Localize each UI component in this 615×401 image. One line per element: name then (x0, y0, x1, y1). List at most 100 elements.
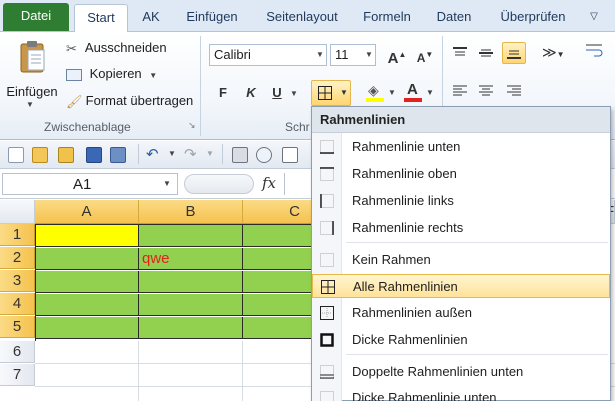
menu-item-border-left[interactable]: Rahmenlinie links (312, 189, 610, 213)
menu-item-thick-borders[interactable]: Dicke Rahmenlinien (312, 328, 610, 352)
menu-item-double-bottom-border[interactable]: Doppelte Rahmenlinien unten (312, 360, 610, 384)
menu-item-thick-bottom-border[interactable]: Dicke Rahmenlinie unten (312, 386, 610, 401)
formula-bar-handle[interactable] (184, 174, 254, 194)
chevron-down-icon[interactable]: ▼ (206, 149, 214, 158)
cell-b4[interactable] (139, 294, 243, 316)
align-middle-button[interactable] (478, 46, 494, 60)
formula-input[interactable] (284, 173, 314, 195)
border-right-icon (320, 221, 334, 235)
undo-icon[interactable]: ↶ (146, 145, 159, 163)
cell-b2[interactable]: qwe (139, 248, 243, 270)
menu-item-border-bottom[interactable]: Rahmenlinie unten (312, 135, 610, 159)
italic-button[interactable]: K (240, 82, 262, 104)
cell-b1[interactable] (139, 225, 243, 247)
border-left-icon (320, 194, 334, 208)
tab-data[interactable]: Daten (428, 4, 480, 32)
cell-a3[interactable] (36, 271, 139, 293)
menu-item-no-border[interactable]: Kein Rahmen (312, 248, 610, 272)
format-painter-button[interactable]: 🖌 Format übertragen (66, 93, 193, 110)
menu-separator (346, 242, 608, 243)
paint-bucket-icon: ◈ (368, 82, 379, 98)
cell-a1[interactable] (36, 225, 139, 247)
name-box-value: A1 (73, 176, 92, 193)
thick-bottom-border-icon (320, 391, 334, 401)
clipboard-group-label: Zwischenablage (44, 120, 131, 134)
font-name-combo[interactable]: Calibri ▼ (209, 44, 327, 66)
menu-item-label: Kein Rahmen (352, 252, 431, 267)
tab-insert[interactable]: Einfügen (176, 4, 248, 32)
redo-icon[interactable]: ↷ (184, 145, 197, 163)
menu-item-outside-borders[interactable]: Rahmenlinien außen (312, 301, 610, 325)
cell-a5[interactable] (36, 317, 139, 339)
tab-start[interactable]: Start (74, 4, 128, 33)
cut-button[interactable]: ✂ Ausschneiden (66, 40, 167, 57)
menu-item-border-right[interactable]: Rahmenlinie rechts (312, 216, 610, 240)
align-left-button[interactable] (452, 84, 468, 98)
chevron-down-icon: ▼ (316, 50, 324, 59)
align-right-button[interactable] (506, 84, 522, 98)
cell-a4[interactable] (36, 294, 139, 316)
font-size-combo[interactable]: 11 ▼ (330, 44, 376, 66)
orientation-button[interactable]: ≫▼ (542, 44, 565, 61)
open-recent-icon[interactable] (58, 147, 74, 163)
wrap-text-button[interactable] (584, 42, 608, 64)
menu-item-label: Rahmenlinie links (352, 193, 454, 208)
row-header-4[interactable]: 4 (0, 293, 35, 315)
select-all-corner[interactable] (0, 200, 35, 224)
chevron-down-icon: ▼ (149, 71, 158, 80)
menu-item-border-top[interactable]: Rahmenlinie oben (312, 162, 610, 186)
fill-color-swatch (366, 98, 384, 102)
tab-formulas[interactable]: Formeln (354, 4, 420, 32)
all-borders-icon (318, 86, 332, 100)
cell-b3[interactable] (139, 271, 243, 293)
align-bottom-button[interactable] (502, 42, 526, 64)
menu-item-label: Dicke Rahmenlinie unten (352, 390, 497, 401)
save-as-icon[interactable] (110, 147, 126, 163)
print-preview-icon[interactable] (256, 147, 272, 163)
copy-button[interactable]: Kopieren ▼ (66, 66, 157, 81)
align-left-icon (453, 85, 467, 96)
menu-item-label: Alle Rahmenlinien (353, 279, 458, 294)
tab-ak[interactable]: AK (134, 4, 168, 32)
column-header-b[interactable]: B (139, 200, 243, 224)
open-folder-icon[interactable] (32, 147, 48, 163)
chevron-down-icon: ▼ (26, 100, 34, 109)
dialog-launcher-icon[interactable]: ↘ (188, 120, 196, 131)
tab-page-layout[interactable]: Seitenlayout (256, 4, 348, 32)
scissors-icon: ✂ (66, 40, 77, 56)
paste-button[interactable]: Einfügen ▼ (6, 38, 58, 114)
row-header-6[interactable]: 6 (0, 341, 35, 363)
menu-item-all-borders[interactable]: Alle Rahmenlinien (312, 274, 610, 298)
row-header-5[interactable]: 5 (0, 316, 35, 338)
menu-item-label: Doppelte Rahmenlinien unten (352, 364, 524, 379)
tab-review[interactable]: Überprüfen (490, 4, 576, 32)
page-setup-icon[interactable] (282, 147, 298, 163)
menu-separator (346, 354, 608, 355)
insert-function-button[interactable]: fx (262, 174, 276, 192)
align-top-button[interactable] (452, 46, 468, 60)
all-borders-icon (321, 280, 335, 294)
print-icon[interactable] (232, 147, 248, 163)
ribbon-collapse-icon[interactable]: ▽ (584, 4, 604, 32)
grow-font-button[interactable]: A▲ (386, 44, 408, 67)
shrink-font-button[interactable]: A▼ (414, 44, 436, 66)
row-header-2[interactable]: 2 (0, 247, 35, 269)
cell-b5[interactable] (139, 317, 243, 339)
name-box[interactable]: A1 ▼ (2, 173, 178, 195)
borders-button[interactable]: ▼ (311, 80, 351, 106)
row-header-1[interactable]: 1 (0, 224, 35, 246)
row-header-7[interactable]: 7 (0, 364, 35, 386)
column-header-a[interactable]: A (35, 200, 139, 224)
row-header-3[interactable]: 3 (0, 270, 35, 292)
copy-label: Kopieren (89, 66, 142, 81)
bold-button[interactable]: F (212, 82, 234, 104)
cell-a2[interactable] (36, 248, 139, 270)
save-icon[interactable] (86, 147, 102, 163)
new-document-icon[interactable] (8, 147, 24, 163)
underline-button[interactable]: U (266, 82, 288, 104)
font-color-button[interactable]: A ▼ (402, 81, 438, 106)
tab-file[interactable]: Datei (3, 3, 69, 31)
align-center-button[interactable] (478, 84, 494, 98)
fill-color-button[interactable]: ◈ ▼ (364, 82, 400, 106)
chevron-down-icon[interactable]: ▼ (168, 149, 176, 158)
